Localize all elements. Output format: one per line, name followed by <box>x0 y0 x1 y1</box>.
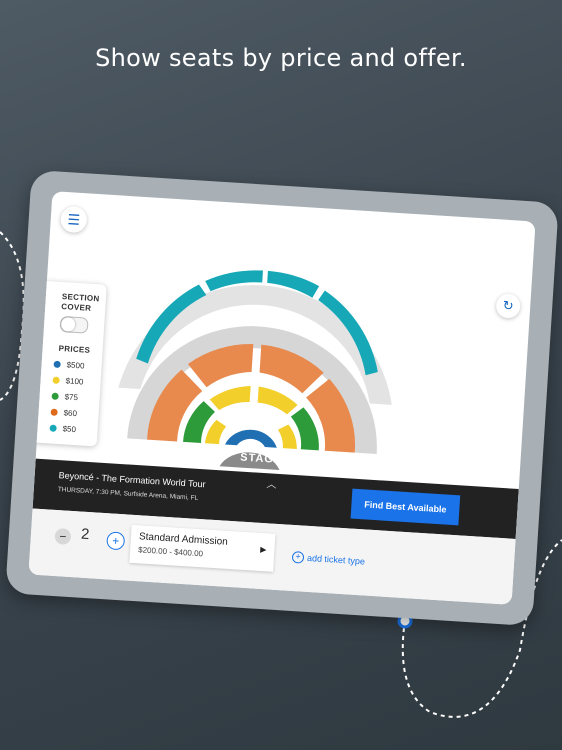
price-legend-item[interactable]: $100 <box>52 376 84 387</box>
section-cover-title: SECTION COVER <box>61 292 100 314</box>
play-arrow-icon: ▶ <box>260 544 267 555</box>
quantity-minus-button[interactable]: − <box>54 528 72 546</box>
add-ticket-type-link[interactable]: + add ticket type <box>291 550 366 568</box>
price-legend-item[interactable]: $500 <box>53 360 85 371</box>
seat-map-screen: ☰ ↻ STAGE SECTION COVER PRICES $500 $100… <box>28 191 536 605</box>
chevron-up-icon[interactable]: ︿ <box>266 475 277 491</box>
add-ticket-label: add ticket type <box>306 552 366 567</box>
ticket-price-range: $200.00 - $400.00 <box>137 545 204 559</box>
price-label: $50 <box>62 424 77 435</box>
seating-chart[interactable] <box>95 237 419 486</box>
quantity-plus-button[interactable]: + <box>106 531 126 551</box>
price-dot-icon <box>53 360 61 369</box>
price-label: $100 <box>65 376 84 387</box>
tablet-device: ☰ ↻ STAGE SECTION COVER PRICES $500 $100… <box>5 169 559 627</box>
stage-label: STAGE <box>239 451 283 467</box>
ticket-type-selector[interactable]: Standard Admission $200.00 - $400.00 ▶ <box>129 524 276 572</box>
prices-title: PRICES <box>58 343 91 355</box>
price-legend-item[interactable]: $50 <box>49 423 76 434</box>
center-blue-seats <box>224 429 277 448</box>
price-legend-item[interactable]: $75 <box>51 392 79 403</box>
price-legend-item[interactable]: $60 <box>50 408 78 419</box>
price-label: $500 <box>66 360 85 371</box>
inner-yellow-seats <box>205 386 298 450</box>
price-dot-icon <box>52 376 60 384</box>
quantity-value: 2 <box>80 525 90 544</box>
price-label: $60 <box>63 408 78 419</box>
inner-green-seats <box>183 401 319 451</box>
legend-panel: SECTION COVER PRICES $500 $100 $75 $60 $… <box>30 280 107 447</box>
event-subtitle: THURSDAY, 7:30 PM, Surfside Arena, Miami… <box>57 486 199 502</box>
refresh-icon[interactable]: ↻ <box>495 293 521 319</box>
price-dot-icon <box>50 408 58 416</box>
price-label: $75 <box>64 392 79 403</box>
list-icon[interactable]: ☰ <box>60 205 88 234</box>
add-circle-icon: + <box>291 550 305 564</box>
price-dot-icon <box>49 424 57 432</box>
event-title: Beyoncé - The Formation World Tour <box>58 470 206 490</box>
find-best-available-button[interactable]: Find Best Available <box>350 488 461 526</box>
section-cover-toggle[interactable] <box>59 315 89 334</box>
price-dot-icon <box>51 392 59 400</box>
